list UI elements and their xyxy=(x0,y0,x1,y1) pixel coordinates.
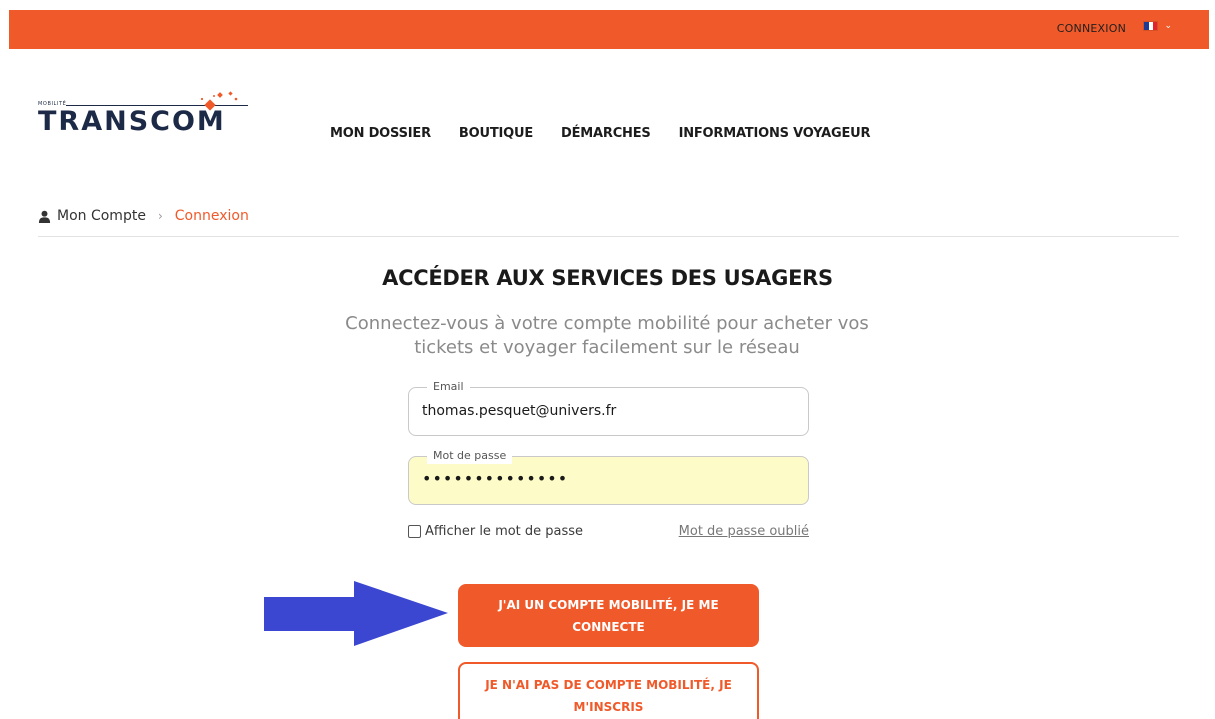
register-button[interactable]: JE N'AI PAS DE COMPTE MOBILITÉ, JE M'INS… xyxy=(458,662,759,719)
password-label: Mot de passe xyxy=(427,448,513,464)
subtitle-line-2: tickets et voyager facilement sur le rés… xyxy=(414,337,800,358)
nav-demarches[interactable]: DÉMARCHES xyxy=(561,126,651,141)
main-nav: MON DOSSIER BOUTIQUE DÉMARCHES INFORMATI… xyxy=(330,126,871,141)
show-password-checkbox[interactable] xyxy=(408,525,421,538)
nav-mon-dossier[interactable]: MON DOSSIER xyxy=(330,126,431,141)
nav-informations-voyageur[interactable]: INFORMATIONS VOYAGEUR xyxy=(679,126,871,141)
top-login-link[interactable]: CONNEXION xyxy=(1057,22,1126,35)
email-value: thomas.pesquet@univers.fr xyxy=(422,403,617,419)
breadcrumb-mon-compte[interactable]: Mon Compte xyxy=(57,208,146,224)
breadcrumb-separator: › xyxy=(157,209,163,223)
france-flag-icon xyxy=(1143,21,1159,31)
subtitle-line-1: Connectez-vous à votre compte mobilité p… xyxy=(345,313,869,334)
breadcrumb-current: Connexion xyxy=(174,208,249,224)
email-field[interactable]: Email thomas.pesquet@univers.fr xyxy=(408,379,809,436)
nav-boutique[interactable]: BOUTIQUE xyxy=(459,126,533,141)
user-icon xyxy=(38,210,51,223)
login-button[interactable]: J'AI UN COMPTE MOBILITÉ, JE ME CONNECTE xyxy=(458,584,759,647)
email-label: Email xyxy=(427,379,470,395)
page-subtitle: Connectez-vous à votre compte mobilité p… xyxy=(307,312,907,360)
top-bar: CONNEXION ⌄ xyxy=(9,10,1209,49)
password-options: Afficher le mot de passe Mot de passe ou… xyxy=(408,524,809,539)
show-password-label: Afficher le mot de passe xyxy=(425,524,584,539)
login-page: CONNEXION ⌄ MOBILITÉ TRANSCOM MON DOSSIE… xyxy=(0,0,1215,719)
transcom-logo[interactable]: MOBILITÉ TRANSCOM xyxy=(38,90,248,140)
show-password-toggle[interactable]: Afficher le mot de passe xyxy=(408,524,583,539)
logo-diamond-icon xyxy=(200,91,238,111)
page-title: ACCÉDER AUX SERVICES DES USAGERS xyxy=(382,266,833,290)
language-selector[interactable]: ⌄ xyxy=(1143,21,1172,31)
right-arrow-icon xyxy=(264,581,448,646)
breadcrumb: Mon Compte › Connexion xyxy=(38,208,249,224)
forgot-password-link[interactable]: Mot de passe oublié xyxy=(679,524,809,539)
password-value: •••••••••••••• xyxy=(422,469,569,488)
password-field[interactable]: Mot de passe •••••••••••••• xyxy=(408,448,809,505)
breadcrumb-divider xyxy=(38,236,1179,237)
chevron-down-icon: ⌄ xyxy=(1164,21,1172,31)
